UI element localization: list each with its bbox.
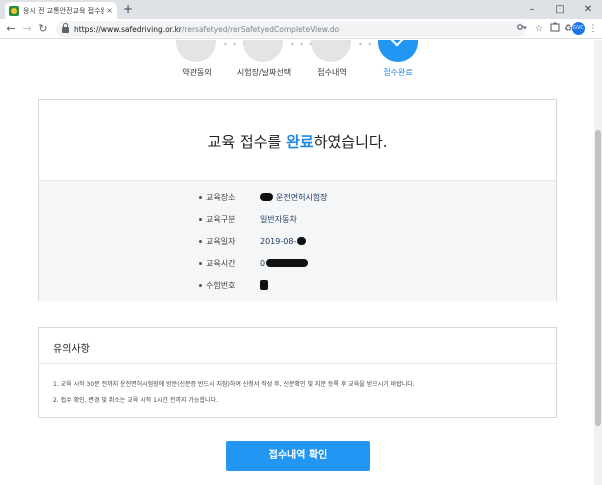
completion-title-highlight: 완료 [286,133,314,151]
address-bar[interactable]: https://www.safedriving.or.kr/rersafetye… [56,21,526,37]
tab-title: 응시 전 교통안전교육 접수완료 [23,6,105,15]
detail-label: 교육구분 [206,214,236,224]
detail-value: 2019-08- [260,237,307,246]
detail-label: 교육일자 [206,236,236,246]
notice-panel: 유의사항 1. 교육 시작 30분 전까지 운전면허시험장에 방문(신분증 반드… [38,327,557,418]
bullet-icon [199,217,202,221]
detail-row-category: 교육구분 일반자동차 [199,213,297,225]
detail-row-date: 교육일자 2019-08- [199,235,307,247]
step-2-circle [243,40,283,62]
check-chevron-icon [388,40,406,47]
step-label-history: 접수내역 [317,68,347,77]
maximize-button[interactable]: □ [546,0,574,19]
star-icon[interactable]: ☆ [532,22,546,36]
extensions-icon[interactable] [548,22,562,36]
detail-value: 일반자동차 [260,214,297,224]
redaction-mark [260,280,268,290]
notice-line: 2. 접수 확인, 변경 및 취소는 교육 시작 1시간 전까지 가능합니다. [53,397,218,404]
reload-button[interactable]: ↻ [36,22,50,36]
redaction-mark [297,237,307,245]
url-path: /rersafetyed/rerSafetyedCompleteView.do [181,24,340,34]
lock-icon [62,23,69,33]
step-label-terms: 약관동의 [182,68,212,77]
notice-title: 유의사항 [53,344,90,355]
minimize-button[interactable]: – [518,0,546,19]
completion-panel: 교육 접수를 완료하였습니다. 교육장소 운전면허시험장 교육구분 일반자동차 … [38,99,557,301]
detail-label: 교육시간 [206,258,236,268]
detail-value: 운전면허시험장 [260,192,328,203]
notice-line: 1. 교육 시작 30분 전까지 운전면허시험장에 방문(신분증 반드시 지참)… [53,381,415,388]
step-1-circle [176,40,216,62]
back-button[interactable]: ← [4,22,18,36]
detail-value [260,280,268,290]
redaction-mark [260,193,273,201]
scrollbar-thumb[interactable] [595,130,601,426]
view-registration-button[interactable]: 접수내역 확인 [226,441,370,471]
close-window-button[interactable]: ✕ [574,0,602,19]
page-scrollbar[interactable] [594,40,602,485]
key-icon[interactable] [515,22,529,36]
completion-title: 교육 접수를 완료하였습니다. [39,131,556,152]
registration-details: 교육장소 운전면허시험장 교육구분 일반자동차 교육일자 2019-08- 교육… [39,180,556,301]
browser-tab[interactable]: 응시 전 교통안전교육 접수완료 × [5,2,117,19]
bullet-icon [199,195,202,199]
completion-title-post: 하였습니다. [313,133,388,151]
url-host: https://www.safedriving.or.kr [74,24,182,34]
forward-button[interactable]: → [20,22,34,36]
redaction-mark [266,259,309,267]
site-favicon-icon [9,5,19,16]
profile-avatar[interactable]: GVC [572,22,585,35]
detail-row-place: 교육장소 운전면허시험장 [199,191,328,203]
completion-title-pre: 교육 접수를 [207,133,287,151]
step-4-circle [378,40,418,62]
menu-icon[interactable]: ⋮ [586,22,600,36]
detail-label: 수험번호 [206,280,236,290]
detail-row-exam-number: 수험번호 [199,279,268,291]
bullet-icon [199,283,202,287]
page-viewport: • • • • • • • • • 약관동의 시험장/날짜선택 접수내역 접수완… [0,40,594,485]
detail-label: 교육장소 [206,192,236,202]
detail-row-time: 교육시간 0 [199,257,309,269]
bullet-icon [199,239,202,243]
divider [39,363,556,364]
bullet-icon [199,261,202,265]
tab-close-icon[interactable]: × [106,6,113,15]
tab-strip: 응시 전 교통안전교육 접수완료 × + – □ ✕ [0,0,602,19]
new-tab-button[interactable]: + [123,2,133,16]
step-label-venue-date: 시험장/날짜선택 [236,68,292,77]
detail-value: 0 [260,259,309,268]
step-label-complete: 접수완료 [383,68,413,77]
browser-toolbar: ← → ↻ https://www.safedriving.or.kr/rers… [0,19,602,39]
step-3-circle [311,40,351,62]
